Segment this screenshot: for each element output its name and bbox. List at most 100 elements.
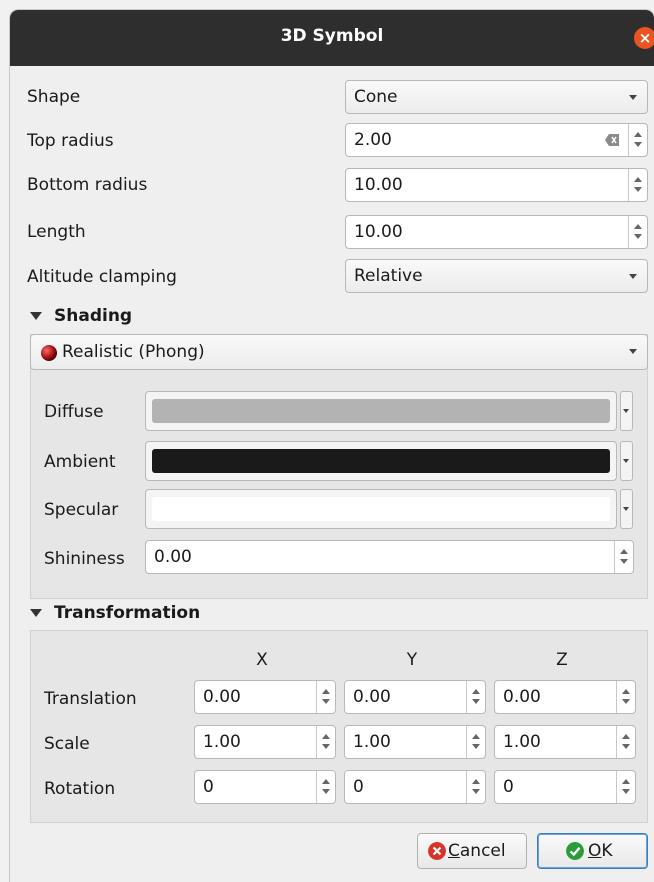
step-up-icon [620, 549, 628, 554]
step-down-icon [472, 789, 480, 794]
shininess-spinbox[interactable]: 0.00 [145, 540, 634, 574]
step-up-icon [622, 734, 630, 739]
top-radius-stepper[interactable] [628, 124, 647, 156]
translation-x-stepper[interactable] [316, 681, 335, 713]
specular-color-button[interactable] [145, 489, 617, 529]
ambient-swatch [152, 449, 610, 473]
scale-label: Scale [44, 734, 90, 754]
shininess-label: Shininess [44, 549, 125, 569]
step-up-icon [472, 734, 480, 739]
diffuse-swatch [152, 399, 610, 423]
scale-y-value: 1.00 [353, 732, 391, 752]
top-radius-value: 2.00 [354, 130, 392, 150]
rotation-z-value: 0 [503, 777, 514, 797]
scale-x-stepper[interactable] [316, 726, 335, 758]
shading-section-header[interactable]: Shading [30, 306, 132, 326]
rotation-label: Rotation [44, 779, 116, 799]
chevron-down-icon [623, 409, 629, 413]
ok-button[interactable]: OK [537, 833, 648, 869]
diffuse-color-dropdown[interactable] [620, 391, 633, 431]
shading-model-combo[interactable]: Realistic (Phong) [30, 334, 648, 370]
translation-z-stepper[interactable] [616, 681, 635, 713]
step-up-icon [322, 689, 330, 694]
length-spinbox[interactable]: 10.00 [345, 215, 648, 249]
step-down-icon [472, 744, 480, 749]
step-down-icon [622, 789, 630, 794]
scale-z-spinbox[interactable]: 1.00 [494, 725, 636, 759]
step-up-icon [622, 689, 630, 694]
step-up-icon [622, 779, 630, 784]
translation-y-value: 0.00 [353, 687, 391, 707]
translation-z-value: 0.00 [503, 687, 541, 707]
shading-model-value: Realistic (Phong) [62, 342, 205, 362]
step-up-icon [472, 779, 480, 784]
rotation-z-spinbox[interactable]: 0 [494, 770, 636, 804]
close-button[interactable]: × [634, 27, 654, 49]
diffuse-label: Diffuse [44, 402, 104, 422]
length-stepper[interactable] [628, 216, 647, 248]
ambient-color-dropdown[interactable] [620, 441, 633, 481]
step-down-icon [634, 187, 642, 192]
step-down-icon [472, 699, 480, 704]
chevron-down-icon [623, 507, 629, 511]
altitude-clamping-combo[interactable]: Relative [345, 259, 648, 293]
shininess-stepper[interactable] [614, 541, 633, 573]
ambient-color-button[interactable] [145, 441, 617, 481]
rotation-z-stepper[interactable] [616, 771, 635, 803]
window-title: 3D Symbol [280, 26, 384, 46]
title-bar: 3D Symbol × [10, 10, 654, 66]
scale-x-spinbox[interactable]: 1.00 [194, 725, 336, 759]
top-radius-spinbox[interactable]: 2.00 [345, 123, 648, 157]
translation-z-spinbox[interactable]: 0.00 [494, 680, 636, 714]
shininess-value: 0.00 [154, 547, 192, 567]
step-down-icon [322, 744, 330, 749]
bottom-radius-value: 10.00 [354, 175, 403, 195]
cancel-button[interactable]: Cancel [417, 833, 527, 869]
diffuse-color-button[interactable] [145, 391, 617, 431]
chevron-down-icon [629, 274, 637, 279]
step-up-icon [634, 132, 642, 137]
scale-z-stepper[interactable] [616, 726, 635, 758]
step-down-icon [322, 789, 330, 794]
bottom-radius-stepper[interactable] [628, 169, 647, 201]
altitude-clamping-value: Relative [354, 266, 423, 286]
rotation-y-spinbox[interactable]: 0 [344, 770, 486, 804]
specular-color-dropdown[interactable] [620, 489, 633, 529]
ok-label: OK [588, 841, 613, 861]
step-up-icon [634, 224, 642, 229]
rotation-x-stepper[interactable] [316, 771, 335, 803]
step-up-icon [322, 779, 330, 784]
rotation-x-value: 0 [203, 777, 214, 797]
step-down-icon [622, 744, 630, 749]
clear-icon[interactable] [605, 134, 619, 146]
cancel-mnemonic: C [448, 841, 460, 861]
bottom-radius-spinbox[interactable]: 10.00 [345, 168, 648, 202]
scale-y-spinbox[interactable]: 1.00 [344, 725, 486, 759]
rotation-x-spinbox[interactable]: 0 [194, 770, 336, 804]
collapse-triangle-icon [30, 609, 42, 617]
phong-sphere-icon [41, 345, 57, 361]
altitude-clamping-label: Altitude clamping [27, 267, 177, 287]
translation-y-stepper[interactable] [466, 681, 485, 713]
length-label: Length [27, 222, 86, 242]
step-down-icon [620, 559, 628, 564]
ok-mnemonic: O [588, 841, 602, 861]
shape-combo[interactable]: Cone [345, 80, 648, 114]
cancel-label-rest: ancel [459, 841, 506, 861]
axis-label-z: Z [556, 650, 568, 670]
step-down-icon [322, 699, 330, 704]
rotation-y-stepper[interactable] [466, 771, 485, 803]
cancel-icon [428, 842, 446, 860]
cancel-label: Cancel [448, 841, 506, 861]
step-down-icon [634, 234, 642, 239]
scale-y-stepper[interactable] [466, 726, 485, 758]
chevron-down-icon [629, 95, 637, 100]
translation-x-spinbox[interactable]: 0.00 [194, 680, 336, 714]
transformation-section-header[interactable]: Transformation [30, 603, 200, 623]
translation-label: Translation [44, 689, 137, 709]
chevron-down-icon [629, 349, 637, 354]
ok-label-rest: K [601, 841, 613, 861]
close-icon: × [638, 29, 652, 47]
translation-y-spinbox[interactable]: 0.00 [344, 680, 486, 714]
step-up-icon [634, 177, 642, 182]
